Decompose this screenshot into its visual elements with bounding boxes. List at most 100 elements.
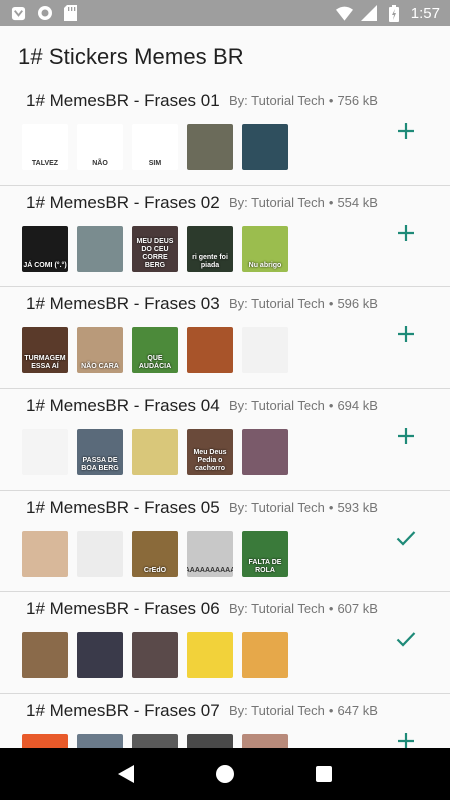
pack-meta: By: Tutorial Tech • 596 kB — [229, 296, 378, 311]
pack-author: By: Tutorial Tech — [229, 93, 325, 108]
add-to-whatsapp-button[interactable] — [393, 118, 419, 144]
pack-size: 647 kB — [337, 703, 378, 719]
sticker-pack-row[interactable]: 1# MemesBR - Frases 02 By: Tutorial Tech •… — [0, 185, 450, 288]
sticker-thumbnail — [132, 632, 178, 679]
sticker-thumbnail — [22, 734, 68, 748]
sticker-thumbnail — [242, 632, 288, 679]
plus-icon — [398, 428, 414, 445]
sticker-preview-row: NEM SEI UYYYYY HUM — [22, 734, 288, 748]
add-to-whatsapp-button[interactable] — [393, 423, 419, 449]
sticker-pack-row[interactable]: 1# MemesBR - Frases 01 By: Tutorial Tech •… — [0, 84, 450, 186]
add-to-whatsapp-button[interactable] — [393, 321, 419, 347]
sticker-preview-row — [22, 632, 288, 679]
sticker-caption: MEU DEUS DO CEU CORRE BERG — [136, 237, 174, 269]
sticker-pack-list[interactable]: 1# MemesBR - Frases 01 By: Tutorial Tech •… — [0, 84, 450, 748]
sticker-preview-row: CrEdO AAAAAAAAAAAAAAAA FALTA DE ROLA — [22, 530, 288, 577]
sticker-thumbnail — [22, 632, 68, 679]
sticker-preview-row: TURMAGEM ESSA AÍ NÃO CARA QUE AUDÁCIA — [22, 327, 288, 374]
pack-size: 607 kB — [337, 601, 378, 617]
sticker-thumbnail: NEM SEI — [77, 734, 123, 748]
pack-size: 694 kB — [337, 398, 378, 414]
sticker-caption: TURMAGEM ESSA AÍ — [24, 355, 66, 371]
sticker-thumbnail: Nu abrigo — [242, 225, 288, 272]
sticker-preview-row: JÁ COMI (°.°) MEU DEUS DO CEU CORRE BERG r… — [22, 225, 288, 272]
sticker-pack-row[interactable]: 1# MemesBR - Frases 06 By: Tutorial Tech •… — [0, 592, 450, 695]
sticker-thumbnail — [242, 327, 288, 374]
sticker-thumbnail — [77, 632, 123, 679]
pack-size: 593 kB — [337, 499, 378, 515]
sticker-thumbnail: FALTA DE ROLA — [242, 530, 288, 577]
home-button[interactable] — [205, 754, 245, 794]
pack-author: By: Tutorial Tech — [229, 499, 325, 515]
add-to-whatsapp-button[interactable] — [393, 728, 419, 748]
sticker-pack-row[interactable]: 1# MemesBR - Frases 03 By: Tutorial Tech •… — [0, 287, 450, 390]
sticker-thumbnail: UYYYYY — [132, 734, 178, 748]
status-bar-system: 1:57 — [335, 4, 440, 22]
pack-author: By: Tutorial Tech — [229, 194, 325, 210]
plus-icon — [398, 326, 414, 343]
sticker-caption: FALTA DE ROLA — [248, 558, 282, 574]
meta-separator: • — [328, 398, 334, 414]
sticker-thumbnail — [77, 530, 123, 577]
home-icon — [215, 765, 234, 783]
back-button[interactable] — [106, 754, 146, 794]
meta-separator: • — [328, 93, 334, 108]
sticker-thumbnail: CrEdO — [132, 530, 178, 577]
pack-title: 1# MemesBR - Frases 04 — [26, 396, 220, 416]
sticker-thumbnail — [77, 225, 123, 272]
added-indicator[interactable] — [393, 525, 419, 551]
sticker-thumbnail: NÃO — [77, 124, 123, 170]
sticker-caption: NÃO — [92, 160, 108, 167]
shield-icon — [10, 5, 27, 22]
sticker-thumbnail: HUM — [187, 734, 233, 748]
sticker-caption: PASSA DE BOA BERG — [81, 457, 119, 473]
added-indicator[interactable] — [393, 626, 419, 652]
sticker-thumbnail: TALVEZ — [22, 124, 68, 170]
pack-title: 1# MemesBR - Frases 02 — [26, 192, 220, 212]
sticker-thumbnail — [242, 429, 288, 476]
meta-separator: • — [328, 194, 334, 210]
pack-meta: By: Tutorial Tech • 756 kB — [229, 93, 378, 108]
sticker-thumbnail: NÃO CARA — [77, 327, 123, 374]
sticker-thumbnail: MEU DEUS DO CEU CORRE BERG — [132, 225, 178, 272]
sticker-thumbnail: SIM — [132, 124, 178, 170]
sticker-thumbnail: QUE AUDÁCIA — [132, 327, 178, 374]
sticker-caption: NÃO CARA — [81, 363, 119, 371]
sticker-thumbnail — [187, 327, 233, 374]
pack-author: By: Tutorial Tech — [229, 703, 325, 719]
sticker-caption: Meu Deus Pedia o cachorro — [193, 449, 227, 473]
pack-author: By: Tutorial Tech — [229, 296, 325, 312]
sticker-thumbnail: Meu Deus Pedia o cachorro — [187, 429, 233, 476]
circle-icon — [36, 5, 53, 22]
sticker-caption: Nu abrigo — [248, 261, 282, 269]
app-bar: 1# Stickers Memes BR — [0, 26, 450, 88]
sticker-thumbnail: PASSA DE BOA BERG — [77, 429, 123, 476]
pack-meta: By: Tutorial Tech • 607 kB — [229, 601, 378, 616]
sticker-caption: TALVEZ — [31, 160, 59, 167]
status-bar-notifications — [10, 5, 79, 22]
pack-title: 1# MemesBR - Frases 01 — [26, 91, 220, 110]
pack-title: 1# MemesBR - Frases 06 — [26, 599, 220, 619]
sticker-thumbnail: JÁ COMI (°.°) — [22, 225, 68, 272]
wifi-icon — [335, 5, 353, 22]
meta-separator: • — [328, 499, 334, 515]
sticker-pack-row[interactable]: 1# MemesBR - Frases 05 By: Tutorial Tech •… — [0, 490, 450, 593]
pack-title: 1# MemesBR - Frases 03 — [26, 294, 220, 314]
recents-icon — [316, 766, 333, 782]
sticker-thumbnail: TURMAGEM ESSA AÍ — [22, 327, 68, 374]
sticker-thumbnail — [242, 124, 288, 170]
sticker-caption: QUE AUDÁCIA — [138, 355, 172, 371]
add-to-whatsapp-button[interactable] — [393, 220, 419, 246]
sticker-pack-row[interactable]: 1# MemesBR - Frases 04 By: Tutorial Tech •… — [0, 389, 450, 491]
sticker-thumbnail — [22, 530, 68, 577]
plus-icon — [398, 123, 414, 139]
pack-title: 1# MemesBR - Frases 07 — [26, 701, 220, 721]
meta-separator: • — [328, 601, 334, 617]
sticker-caption: SIM — [148, 160, 162, 167]
check-icon — [396, 632, 416, 648]
sticker-thumbnail — [187, 632, 233, 679]
recents-button[interactable] — [304, 754, 344, 794]
status-time: 1:57 — [410, 4, 440, 22]
sticker-pack-row[interactable]: 1# MemesBR - Frases 07 By: Tutorial Tech •… — [0, 694, 450, 748]
pack-size: 596 kB — [337, 296, 378, 312]
